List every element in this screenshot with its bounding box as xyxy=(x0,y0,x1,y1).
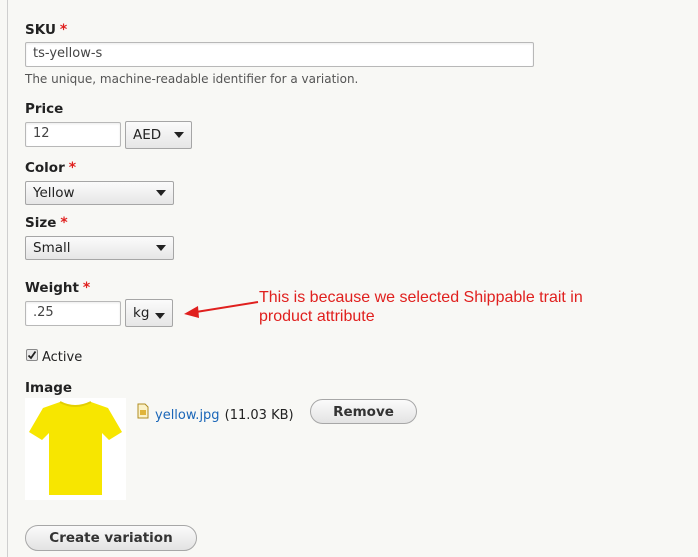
required-marker: * xyxy=(68,160,77,176)
file-image-icon xyxy=(137,403,149,419)
size-value: Small xyxy=(33,240,71,256)
sku-input[interactable]: ts-yellow-s xyxy=(25,42,534,67)
sku-description: The unique, machine-readable identifier … xyxy=(25,72,359,86)
tshirt-image xyxy=(29,401,122,495)
form-left-border xyxy=(7,0,8,557)
price-input[interactable]: 12 xyxy=(25,122,121,147)
currency-value: AED xyxy=(133,127,162,143)
sku-label-row: SKU * xyxy=(25,22,67,38)
required-marker: * xyxy=(59,22,68,38)
annotation-line-1: This is because we selected Shippable tr… xyxy=(259,289,583,306)
weight-label-row: Weight * xyxy=(25,280,90,296)
file-size: (11.03 KB) xyxy=(224,408,294,423)
size-label-row: Size * xyxy=(25,215,68,231)
create-variation-button[interactable]: Create variation xyxy=(25,525,197,551)
required-marker: * xyxy=(60,215,68,231)
weight-unit-select[interactable]: kg xyxy=(125,299,173,327)
active-label: Active xyxy=(42,350,83,365)
active-checkbox[interactable] xyxy=(26,349,38,361)
required-marker: * xyxy=(82,280,91,296)
weight-unit-value: kg xyxy=(133,305,150,321)
color-label-row: Color * xyxy=(25,160,76,176)
chevron-down-icon xyxy=(155,313,165,319)
size-label: Size xyxy=(25,215,57,231)
color-select[interactable]: Yellow xyxy=(25,181,174,205)
annotation-line-2: product attribute xyxy=(259,308,375,325)
arrow-left-icon xyxy=(184,301,259,318)
color-value: Yellow xyxy=(33,185,75,201)
weight-label: Weight xyxy=(25,280,79,296)
price-input-value: 12 xyxy=(33,126,50,141)
sku-input-value: ts-yellow-s xyxy=(33,46,103,61)
image-label: Image xyxy=(25,380,73,396)
size-select[interactable]: Small xyxy=(25,236,174,260)
annotation-note: This is because we selected Shippable tr… xyxy=(259,288,583,326)
file-link[interactable]: yellow.jpg xyxy=(155,408,220,423)
weight-input-value: .25 xyxy=(33,305,54,320)
color-label: Color xyxy=(25,160,65,176)
chevron-down-icon xyxy=(174,132,184,138)
price-label: Price xyxy=(25,101,64,117)
sku-label: SKU xyxy=(25,22,56,38)
currency-select[interactable]: AED xyxy=(125,121,192,149)
remove-button[interactable]: Remove xyxy=(310,399,417,424)
chevron-down-icon xyxy=(156,190,166,196)
chevron-down-icon xyxy=(156,245,166,251)
weight-input[interactable]: .25 xyxy=(25,301,121,326)
checkmark-icon xyxy=(27,350,37,360)
file-info: yellow.jpg (11.03 KB) xyxy=(155,404,294,423)
image-thumbnail xyxy=(25,398,126,500)
